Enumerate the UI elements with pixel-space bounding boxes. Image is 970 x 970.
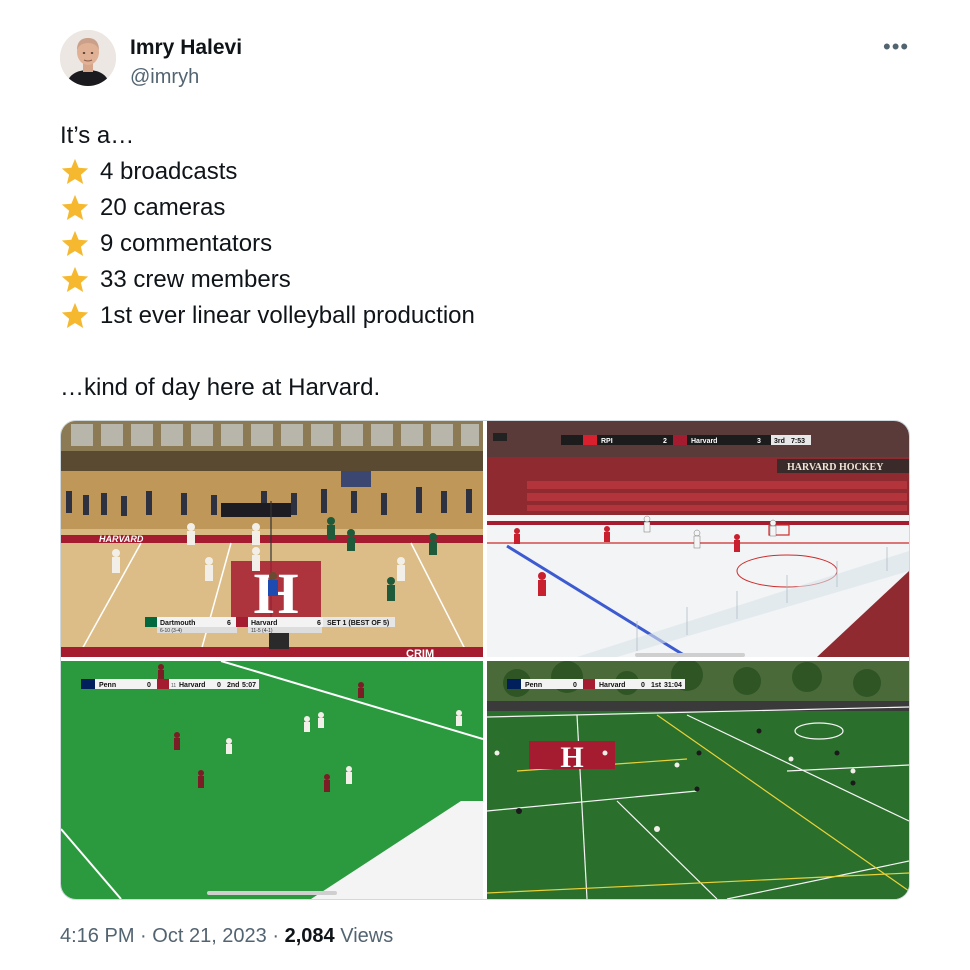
hockey-banner-text: HARVARD HOCKEY [787, 462, 884, 473]
hockey-clock: 7:53 [791, 438, 805, 445]
tweet-item-label: 1st ever linear volleyball production [100, 302, 475, 329]
volleyball-team1: Dartmouth [160, 620, 195, 627]
tweet-item-label: 9 commentators [100, 230, 273, 257]
meta-separator: · [272, 925, 280, 947]
field-hockey-team2-score: 0 [217, 682, 221, 689]
volleyball-team1-record: 6-10 (3-4) [160, 628, 182, 634]
field-hockey-team2: Harvard [179, 682, 205, 689]
volleyball-team2-score: 6 [317, 620, 321, 627]
author-name[interactable]: Imry Halevi [130, 36, 242, 60]
field-hockey-team1-score: 0 [147, 682, 151, 689]
tweet-item: 33 crew members [60, 262, 475, 298]
tweet-item: 20 cameras [60, 190, 475, 226]
tweet-date[interactable]: Oct 21, 2023 [152, 925, 267, 947]
volleyball-team1-score: 6 [227, 620, 231, 627]
volleyball-team2: Harvard [251, 620, 277, 627]
tweet-item-label: 20 cameras [100, 194, 226, 221]
hockey-period: 3rd [774, 438, 785, 445]
soccer-team2: Harvard [599, 682, 625, 689]
volleyball-set: SET 1 (BEST OF 5) [327, 620, 389, 627]
star-icon [60, 226, 92, 262]
tweet-text: It’s a… 4 broadcasts 20 cameras 9 commen… [60, 118, 475, 406]
tweet-intro: It’s a… [60, 122, 135, 149]
tweet-item-label: 4 broadcasts [100, 158, 238, 185]
photo-hockey[interactable]: HARVARD HOCKEY RPI 2 Harvard 3 3rd 7:53 [487, 421, 909, 657]
avatar-photo [60, 30, 116, 86]
author-avatar[interactable] [60, 30, 116, 86]
hockey-team2-score: 3 [757, 438, 761, 445]
soccer-period: 1st [651, 682, 662, 689]
hockey-team2: Harvard [691, 438, 717, 445]
photo-volleyball[interactable]: HARVARD H CRIM Dartmouth 6 Harvard 6 SET… [61, 421, 483, 657]
author-handle[interactable]: @imryh [130, 66, 199, 89]
star-icon [60, 298, 92, 334]
field-hockey-team1: Penn [99, 682, 116, 689]
tweet-item: 9 commentators [60, 226, 475, 262]
volleyball-floor-text: CRIM [406, 648, 434, 657]
soccer-team2-score: 0 [641, 682, 645, 689]
hockey-team1: RPI [601, 438, 613, 445]
hockey-team1-score: 2 [663, 438, 667, 445]
volleyball-banner-text: HARVARD [99, 534, 144, 544]
tweet-meta: 4:16 PM · Oct 21, 2023 · 2,084 Views [60, 925, 393, 948]
tweet-item: 1st ever linear volleyball production [60, 298, 475, 334]
photo-soccer[interactable]: H Penn 0 Harvard 0 1st 31:04 [487, 661, 909, 899]
soccer-team1-score: 0 [573, 682, 577, 689]
field-hockey-team2-rank: 11 [171, 683, 176, 689]
views-count: 2,084 [284, 925, 335, 947]
media-grid: HARVARD H CRIM Dartmouth 6 Harvard 6 SET… [60, 420, 910, 900]
more-options-icon[interactable]: ••• [883, 34, 909, 60]
soccer-clock: 31:04 [664, 682, 682, 689]
star-icon [60, 262, 92, 298]
field-hockey-period: 2nd [227, 682, 239, 689]
tweet-time[interactable]: 4:16 PM [60, 925, 134, 947]
star-icon [60, 190, 92, 226]
star-icon [60, 154, 92, 190]
views-label: Views [340, 925, 394, 947]
tweet-item: 4 broadcasts [60, 154, 475, 190]
meta-separator: · [140, 925, 147, 947]
svg-text:H: H [560, 741, 583, 774]
photo-field-hockey[interactable]: Penn 0 11 Harvard 0 2nd 5:07 [61, 661, 483, 899]
tweet-outro: …kind of day here at Harvard. [60, 374, 381, 401]
soccer-team1: Penn [525, 682, 542, 689]
volleyball-team2-record: 11-5 (4-1) [251, 628, 273, 634]
tweet-item-label: 33 crew members [100, 266, 291, 293]
field-hockey-clock: 5:07 [242, 682, 256, 689]
